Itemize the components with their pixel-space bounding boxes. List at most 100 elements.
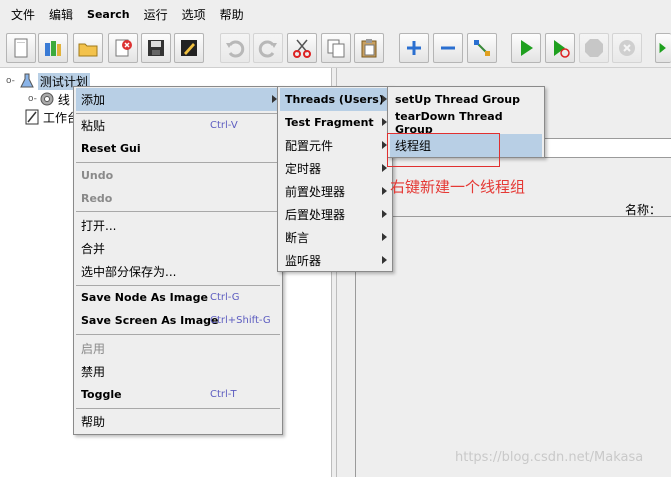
accelerator-toggle: Ctrl-T (210, 389, 237, 400)
menu-item-test-fragment[interactable]: Test Fragment (280, 111, 390, 134)
open-button[interactable] (73, 33, 103, 63)
menu-separator (76, 211, 280, 212)
stop-button[interactable] (579, 33, 609, 63)
menu-item-assertion[interactable]: 断言 (280, 226, 390, 249)
annotation-text: 右键新建一个线程组 (390, 178, 526, 196)
menu-label-help: 帮助 (81, 415, 106, 429)
menu-help[interactable]: 帮助 (213, 0, 251, 30)
remote-start-button[interactable] (655, 33, 671, 63)
menu-label-pre-processor: 前置处理器 (285, 185, 346, 199)
cut-icon (293, 39, 311, 58)
accelerator-save-screen-image: Ctrl+Shift-G (210, 315, 271, 326)
menu-item-disable[interactable]: 禁用 (76, 360, 280, 383)
new-icon (14, 38, 28, 58)
menu-item-add[interactable]: 添加 (76, 88, 280, 111)
menu-file[interactable]: 文件 (4, 0, 42, 30)
menu-label-post-processor: 后置处理器 (285, 208, 346, 222)
stop-icon (585, 39, 603, 57)
menu-edit[interactable]: 编辑 (42, 0, 80, 30)
menu-item-redo[interactable]: Redo (76, 187, 280, 210)
menu-separator (76, 408, 280, 409)
menu-label-threads: Threads (Users) (285, 93, 384, 106)
menu-label-undo: Undo (81, 169, 114, 182)
name-label: 名称： (625, 203, 662, 217)
menu-options[interactable]: 选项 (175, 0, 213, 30)
save-button[interactable] (141, 33, 171, 63)
copy-icon (327, 39, 345, 58)
paste-button[interactable] (354, 33, 384, 63)
menu-bar: 文件 编辑 Search 运行 选项 帮助 (0, 0, 671, 30)
undo-button[interactable] (220, 33, 250, 63)
collapse-icon (441, 46, 455, 50)
save-icon (148, 40, 164, 56)
submenu-arrow-icon (382, 233, 387, 241)
menu-item-save-node-image[interactable]: Save Node As Image Ctrl-G (76, 286, 280, 309)
accelerator-paste: Ctrl-V (210, 120, 238, 131)
new-button[interactable] (6, 33, 36, 63)
menu-label-test-fragment: Test Fragment (285, 116, 374, 129)
templates-icon (45, 41, 61, 56)
submenu-arrow-icon (382, 210, 387, 218)
menu-item-config[interactable]: 配置元件 (280, 134, 390, 157)
menu-item-timer[interactable]: 定时器 (280, 157, 390, 180)
menu-item-pre-processor[interactable]: 前置处理器 (280, 180, 390, 203)
menu-label-paste: 粘贴 (81, 119, 106, 133)
remote-start-icon (659, 42, 666, 54)
toggle-icon (474, 40, 490, 56)
menu-item-reset-gui[interactable]: Reset Gui (76, 137, 280, 160)
menu-item-listener[interactable]: 监听器 (280, 249, 390, 272)
menu-item-merge[interactable]: 合并 (76, 237, 280, 260)
menu-label-config: 配置元件 (285, 139, 334, 153)
menu-item-save-selection[interactable]: 选中部分保存为... (76, 260, 280, 283)
start-no-timers-button[interactable] (545, 33, 575, 63)
tree-toggle-icon[interactable]: o- (28, 94, 37, 104)
toolbar (0, 30, 671, 68)
gear-icon (40, 92, 54, 106)
menu-item-threads[interactable]: Threads (Users) (280, 88, 390, 111)
expand-button[interactable] (399, 33, 429, 63)
tree-node-thread-group[interactable]: o- 线 (28, 90, 70, 108)
menu-item-enable[interactable]: 启用 (76, 337, 280, 360)
tree-toggle-icon[interactable]: o- (6, 76, 15, 86)
menu-separator (76, 334, 280, 335)
menu-run[interactable]: 运行 (137, 0, 175, 30)
templates-button[interactable] (38, 33, 68, 63)
open-icon (78, 43, 98, 57)
edit-icon (181, 40, 197, 56)
menu-item-undo[interactable]: Undo (76, 164, 280, 187)
start-icon (521, 40, 533, 56)
redo-icon (258, 40, 277, 58)
menu-item-post-processor[interactable]: 后置处理器 (280, 203, 390, 226)
menu-label-add: 添加 (81, 93, 106, 107)
edit-button[interactable] (174, 33, 204, 63)
copy-button[interactable] (321, 33, 351, 63)
menu-item-setup-thread-group[interactable]: setUp Thread Group (390, 88, 542, 111)
close-button[interactable] (108, 33, 138, 63)
menu-item-save-screen-image[interactable]: Save Screen As Image Ctrl+Shift-G (76, 309, 280, 332)
menu-item-paste[interactable]: 粘贴 Ctrl-V (76, 114, 280, 137)
menu-item-teardown-thread-group[interactable]: tearDown Thread Group (390, 110, 542, 136)
menu-search[interactable]: Search (80, 0, 137, 30)
menu-item-toggle[interactable]: Toggle Ctrl-T (76, 383, 280, 406)
menu-label-toggle: Toggle (81, 388, 122, 401)
add-submenu: Threads (Users) Test Fragment 配置元件 定时器 前… (277, 86, 393, 272)
submenu-arrow-icon (382, 187, 387, 195)
menu-item-help[interactable]: 帮助 (76, 410, 280, 433)
shutdown-icon (619, 40, 635, 56)
redo-button[interactable] (253, 33, 283, 63)
tree-node-workbench[interactable]: 工作台 (24, 108, 79, 126)
close-icon (115, 39, 132, 57)
collapse-button[interactable] (433, 33, 463, 63)
menu-label-setup-thread-group: setUp Thread Group (395, 93, 520, 106)
tree-label-thread-group: 线 (57, 92, 70, 107)
menu-item-open[interactable]: 打开... (76, 214, 280, 237)
shutdown-button[interactable] (612, 33, 642, 63)
paste-icon (361, 39, 377, 58)
menu-label-open: 打开... (81, 219, 117, 233)
watermark-text: https://blog.csdn.net/Makasa (455, 450, 644, 465)
cut-button[interactable] (287, 33, 317, 63)
menu-label-save-selection: 选中部分保存为... (81, 265, 177, 279)
toggle-button[interactable] (467, 33, 497, 63)
start-button[interactable] (511, 33, 541, 63)
start-no-timers-icon (554, 40, 570, 58)
